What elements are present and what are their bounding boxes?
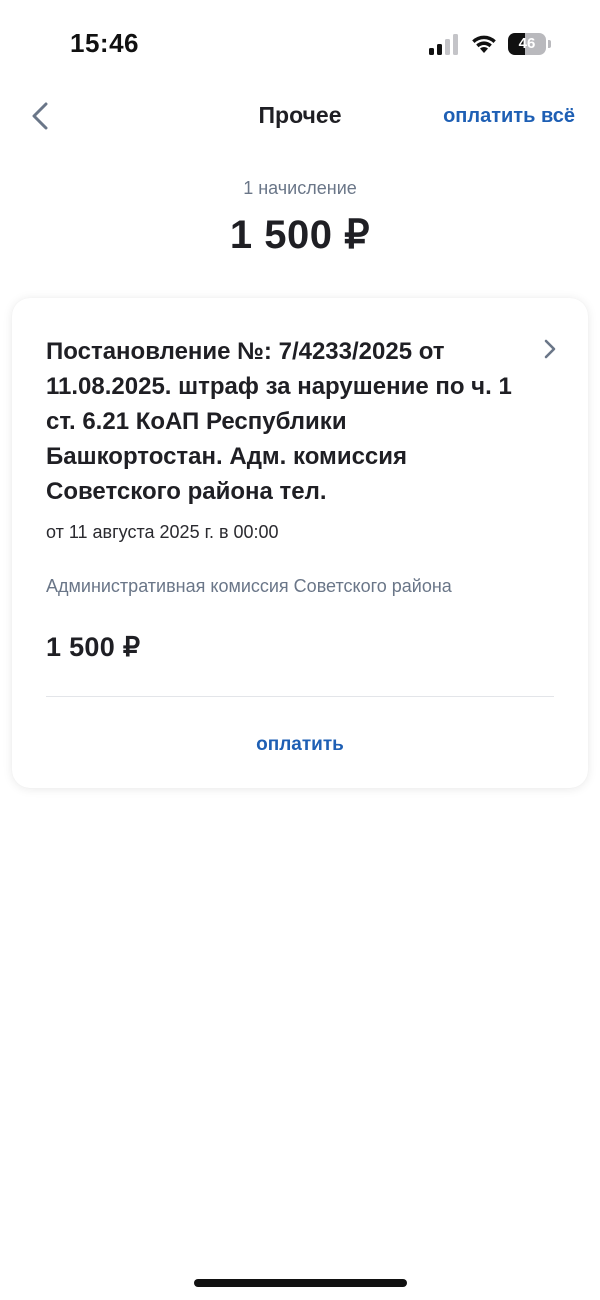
battery-cap (548, 40, 551, 48)
home-indicator[interactable] (194, 1279, 407, 1287)
wifi-icon (472, 35, 496, 53)
pay-all-button[interactable]: оплатить всё (443, 105, 575, 128)
charges-count: 1 начисление (243, 178, 357, 198)
status-time: 15:46 (70, 28, 139, 58)
back-button[interactable] (22, 96, 62, 136)
charge-amount: 1 500 ₽ (46, 632, 141, 662)
charge-card[interactable]: Постановление №: 7/4233/2025 от 11.08.20… (12, 298, 588, 788)
divider (46, 696, 554, 697)
total-amount: 1 500 ₽ (229, 213, 371, 257)
charge-organization: Административная комиссия Советского рай… (46, 576, 452, 596)
screen: 15:46 46 Прочее оплатить всё 1 начислени… (0, 0, 600, 1300)
battery-level: 46 (518, 35, 536, 52)
chevron-left-icon (32, 102, 48, 130)
chevron-right-icon[interactable] (540, 336, 560, 362)
charge-date: от 11 августа 2025 г. в 00:00 (46, 522, 279, 542)
cellular-signal-icon (429, 34, 458, 55)
battery-body: 46 (508, 33, 546, 55)
pay-button[interactable]: оплатить (12, 718, 588, 772)
status-bar: 15:46 46 (0, 0, 600, 90)
battery-icon: 46 (508, 33, 552, 55)
nav-bar: Прочее оплатить всё (0, 88, 600, 144)
charge-title: Постановление №: 7/4233/2025 от 11.08.20… (46, 338, 512, 505)
